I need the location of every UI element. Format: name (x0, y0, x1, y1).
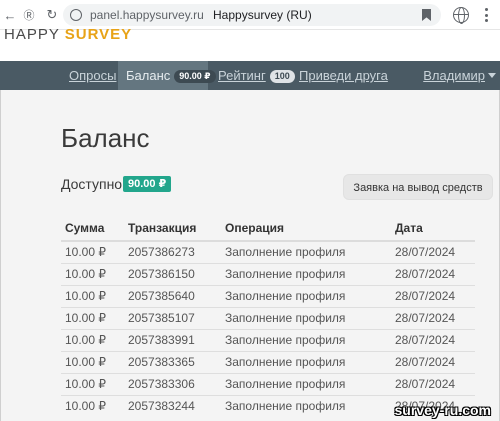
logo-text-happy: HAPPY (4, 26, 65, 43)
globe-icon[interactable] (453, 7, 469, 24)
cell-operation: Заполнение профиля (221, 328, 391, 351)
table-row: 10.00 ₽ 2057383365 Заполнение профиля 28… (61, 350, 475, 373)
table-row: 10.00 ₽ 2057386273 Заполнение профиля 28… (61, 240, 475, 263)
table-row: 10.00 ₽ 2057383306 Заполнение профиля 28… (61, 372, 475, 395)
site-info-icon[interactable] (70, 9, 82, 21)
cell-operation: Заполнение профиля (221, 240, 391, 263)
cell-operation: Заполнение профиля (221, 394, 391, 417)
cell-amount: 10.00 ₽ (61, 394, 124, 417)
cell-date: 28/07/2024 (391, 262, 475, 285)
nav-item-balance[interactable]: Баланс 90.00 ₽ (118, 61, 216, 90)
column-header-transaction: Транзакция (124, 216, 221, 242)
nav-item-label: Приведи друга (299, 68, 388, 83)
cell-amount: 10.00 ₽ (61, 284, 124, 307)
cell-amount: 10.00 ₽ (61, 306, 124, 329)
menu-icon[interactable] (485, 8, 489, 22)
cell-transaction: 2057383991 (124, 328, 221, 351)
cell-date: 28/07/2024 (391, 372, 475, 395)
cell-amount: 10.00 ₽ (61, 328, 124, 351)
cell-amount: 10.00 ₽ (61, 240, 124, 263)
main-content: Баланс Доступно 90.00 ₽ Заявка на вывод … (0, 90, 500, 421)
nav-item-label: Опросы (69, 68, 117, 83)
cell-transaction: 2057383365 (124, 350, 221, 373)
cell-date: 28/07/2024 (391, 350, 475, 373)
cell-date: 28/07/2024 (391, 240, 475, 263)
cell-transaction: 2057386150 (124, 262, 221, 285)
transactions-table: Сумма Транзакция Операция Дата 10.00 ₽ 2… (61, 216, 475, 417)
reload-icon[interactable]: ↻ (44, 7, 60, 23)
cell-transaction: 2057386273 (124, 240, 221, 263)
cell-transaction: 2057385107 (124, 306, 221, 329)
forward-icon[interactable]: Ⓡ (21, 7, 37, 23)
back-icon[interactable]: ← (2, 7, 18, 23)
tab-title: Happysurvey (RU) (213, 8, 312, 22)
bookmark-icon[interactable] (422, 9, 431, 21)
cell-transaction: 2057383244 (124, 394, 221, 417)
column-header-operation: Операция (221, 216, 391, 242)
chevron-down-icon (488, 73, 496, 78)
table-row: 10.00 ₽ 2057383991 Заполнение профиля 28… (61, 328, 475, 351)
nav-item-invite-friend[interactable]: Приведи друга (291, 61, 396, 90)
cell-operation: Заполнение профиля (221, 350, 391, 373)
user-name: Владимир (423, 68, 485, 83)
watermark: survey-ru.com (394, 402, 491, 418)
nav-item-surveys[interactable]: Опросы (61, 61, 124, 90)
cell-transaction: 2057385640 (124, 284, 221, 307)
nav-item-label: Рейтинг (218, 68, 266, 83)
nav-item-rating[interactable]: Рейтинг 100 (210, 61, 303, 90)
cell-amount: 10.00 ₽ (61, 372, 124, 395)
table-row: 10.00 ₽ 2057385640 Заполнение профиля 28… (61, 284, 475, 307)
cell-operation: Заполнение профиля (221, 306, 391, 329)
cell-operation: Заполнение профиля (221, 372, 391, 395)
available-label: Доступно (61, 176, 123, 192)
address-bar[interactable]: panel.happysurvey.ru Happysurvey (RU) (63, 4, 441, 26)
table-row: 10.00 ₽ 2057386150 Заполнение профиля 28… (61, 262, 475, 285)
cell-date: 28/07/2024 (391, 328, 475, 351)
table-row: 10.00 ₽ 2057385107 Заполнение профиля 28… (61, 306, 475, 329)
page-title: Баланс (61, 123, 150, 153)
user-menu[interactable]: Владимир (423, 61, 496, 90)
column-header-date: Дата (391, 216, 475, 242)
cell-operation: Заполнение профиля (221, 284, 391, 307)
logo-text-survey: SURVEY (64, 26, 133, 43)
withdraw-request-button[interactable]: Заявка на вывод средств (343, 174, 493, 200)
nav-item-label: Баланс (126, 68, 171, 83)
table-header-row: Сумма Транзакция Операция Дата (61, 216, 475, 242)
cell-transaction: 2057383306 (124, 372, 221, 395)
url-text[interactable]: panel.happysurvey.ru (90, 8, 204, 22)
available-balance-badge: 90.00 ₽ (123, 176, 172, 192)
cell-operation: Заполнение профиля (221, 262, 391, 285)
logo[interactable]: HAPPY SURVEY (4, 26, 132, 43)
column-header-amount: Сумма (61, 216, 124, 242)
cell-date: 28/07/2024 (391, 284, 475, 307)
cell-date: 28/07/2024 (391, 306, 475, 329)
cell-amount: 10.00 ₽ (61, 350, 124, 373)
cell-amount: 10.00 ₽ (61, 262, 124, 285)
main-navbar: Опросы Баланс 90.00 ₽ Рейтинг 100 Приведи … (0, 61, 500, 90)
